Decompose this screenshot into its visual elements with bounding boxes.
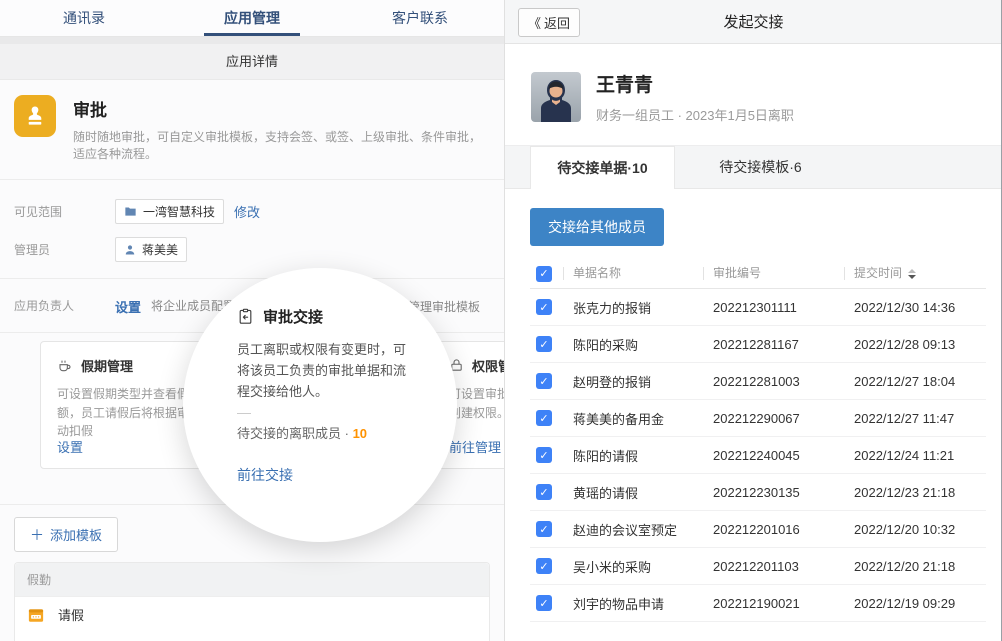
- sort-icon[interactable]: [908, 269, 916, 279]
- check-icon: ✓: [539, 597, 548, 610]
- calendar-icon: [27, 606, 45, 624]
- check-icon: ✓: [539, 301, 548, 314]
- group-header: 假勤: [15, 563, 489, 597]
- row-checkbox[interactable]: ✓: [536, 595, 552, 611]
- top-tabbar: 通讯录 应用管理 客户联系: [0, 0, 504, 37]
- spotlight-desc: 员工离职或权限有变更时，可将该员工负责的审批单据和流程交接给他人。: [237, 340, 413, 402]
- tab-contacts[interactable]: 通讯录: [0, 0, 168, 36]
- handover-clipboard-icon: [237, 308, 254, 325]
- admin-row: 管理员 蒋美美: [14, 237, 490, 262]
- select-all-checkbox[interactable]: ✓: [536, 266, 552, 282]
- employee-name: 王青青: [596, 70, 794, 97]
- table-row: ✓ 陈阳的采购 202212281167 2022/12/28 09:13: [530, 326, 986, 363]
- row-checkbox[interactable]: ✓: [536, 299, 552, 315]
- employee-profile: 王青青 财务一组员工 · 2023年1月5日离职: [505, 44, 1002, 145]
- table-row: ✓ 吴小米的采购 202212201103 2022/12/20 21:18: [530, 548, 986, 585]
- table-row: ✓ 黄瑶的请假 202212230135 2022/12/23 21:18: [530, 474, 986, 511]
- handover-tabs: 待交接单据·10 待交接模板·6: [505, 145, 1002, 189]
- header-doc-name: 单据名称: [563, 267, 703, 280]
- page-title: 发起交接: [723, 11, 783, 32]
- check-icon: ✓: [539, 338, 548, 351]
- row-checkbox[interactable]: ✓: [536, 484, 552, 500]
- visible-range-row: 可见范围 一湾智慧科技 修改: [14, 199, 490, 224]
- go-handover-link[interactable]: 前往交接: [237, 465, 293, 485]
- org-tag: 一湾智慧科技: [115, 199, 224, 224]
- header-approval-no: 审批编号: [703, 267, 844, 280]
- check-icon: ✓: [539, 375, 548, 388]
- tab-app-management[interactable]: 应用管理: [168, 0, 336, 36]
- attendance-template-group: 假勤 请假 加班 出差: [14, 562, 490, 641]
- documents-table: ✓ 单据名称 审批编号 提交时间 ✓ 张克力的报销 202212301111 2…: [530, 259, 986, 622]
- admin-label: 管理员: [14, 241, 115, 258]
- template-item-leave[interactable]: 请假: [15, 597, 489, 632]
- cup-icon: [57, 358, 73, 374]
- table-row: ✓ 赵迪的会议室预定 202212201016 2022/12/20 10:32: [530, 511, 986, 548]
- person-icon: [124, 244, 136, 256]
- permission-card-desc: 可设置审批 创建权限。: [449, 385, 505, 422]
- employee-meta: 财务一组员工 · 2023年1月5日离职: [596, 105, 794, 124]
- folder-icon: [124, 205, 137, 218]
- initiate-handover-panel: 《 返回 发起交接 王青青 财务一组员工 · 2023年1月5日离职: [505, 0, 1002, 641]
- tab-pending-templates[interactable]: 待交接模板·6: [675, 146, 846, 188]
- app-fields: 可见范围 一湾智慧科技 修改 管理员 蒋美美: [0, 180, 504, 279]
- back-chevrons-icon: 《: [528, 13, 541, 32]
- approval-handover-spotlight: 审批交接 员工离职或权限有变更时，可将该员工负责的审批单据和流程交接给他人。 待…: [183, 268, 457, 542]
- row-checkbox[interactable]: ✓: [536, 558, 552, 574]
- spotlight-title: 审批交接: [263, 306, 323, 327]
- check-icon: ✓: [539, 449, 548, 462]
- row-checkbox[interactable]: ✓: [536, 373, 552, 389]
- row-checkbox[interactable]: ✓: [536, 410, 552, 426]
- row-checkbox[interactable]: ✓: [536, 521, 552, 537]
- table-row: ✓ 赵明登的报销 202212281003 2022/12/27 18:04: [530, 363, 986, 400]
- app-management-panel: 通讯录 应用管理 客户联系 应用详情 审批 随时随地审批，可自定义审批模板，支持…: [0, 0, 505, 641]
- app-summary: 审批 随时随地审批，可自定义审批模板，支持会签、或签、上级审批、条件审批，适应各…: [0, 80, 504, 180]
- modify-link[interactable]: 修改: [234, 202, 260, 221]
- table-row: ✓ 刘宇的物品申请 202212190021 2022/12/19 09:29: [530, 585, 986, 622]
- admin-tag: 蒋美美: [115, 237, 187, 262]
- check-icon: ✓: [539, 560, 548, 573]
- table-header-row: ✓ 单据名称 审批编号 提交时间: [530, 259, 986, 289]
- check-icon: ✓: [539, 412, 548, 425]
- app-name: 审批: [73, 96, 490, 121]
- table-row: ✓ 蒋美美的备用金 202212290067 2022/12/27 11:47: [530, 400, 986, 437]
- check-icon: ✓: [539, 523, 548, 536]
- visible-range-label: 可见范围: [14, 203, 115, 220]
- owner-set-link[interactable]: 设置: [115, 297, 141, 332]
- tab-pending-documents[interactable]: 待交接单据·10: [530, 146, 675, 189]
- permission-manage-link[interactable]: 前往管理: [449, 437, 501, 456]
- divider-strip: [0, 37, 504, 44]
- pending-members-line: 待交接的离职成员 · 10: [237, 423, 413, 442]
- holiday-settings-link[interactable]: 设置: [57, 437, 83, 456]
- row-checkbox[interactable]: ✓: [536, 336, 552, 352]
- tab-customer-relations[interactable]: 客户联系: [336, 0, 504, 36]
- owner-label: 应用负责人: [14, 297, 115, 332]
- dash-divider: [237, 413, 251, 414]
- pending-count: 10: [353, 426, 367, 441]
- check-icon: ✓: [539, 486, 548, 499]
- stamp-icon: [14, 95, 56, 137]
- row-checkbox[interactable]: ✓: [536, 447, 552, 463]
- add-template-button[interactable]: ＋ 添加模板: [14, 517, 118, 552]
- app-detail-header: 应用详情: [0, 44, 504, 80]
- holiday-card-title: 假期管理: [81, 356, 133, 375]
- table-row: ✓ 陈阳的请假 202212240045 2022/12/24 11:21: [530, 437, 986, 474]
- back-button[interactable]: 《 返回: [518, 8, 580, 37]
- handover-header: 《 返回 发起交接: [505, 0, 1002, 44]
- avatar: [531, 72, 581, 122]
- table-row: ✓ 张克力的报销 202212301111 2022/12/30 14:36: [530, 289, 986, 326]
- app-description: 随时随地审批，可自定义审批模板，支持会签、或签、上级审批、条件审批，适应各种流程…: [73, 128, 490, 162]
- check-icon: ✓: [539, 267, 548, 280]
- header-submit-time: 提交时间: [844, 267, 916, 280]
- plus-icon: ＋: [30, 528, 44, 542]
- handover-to-others-button[interactable]: 交接给其他成员: [530, 208, 664, 246]
- permission-card-title: 权限管理: [472, 356, 505, 375]
- template-item-overtime[interactable]: 加班: [15, 632, 489, 641]
